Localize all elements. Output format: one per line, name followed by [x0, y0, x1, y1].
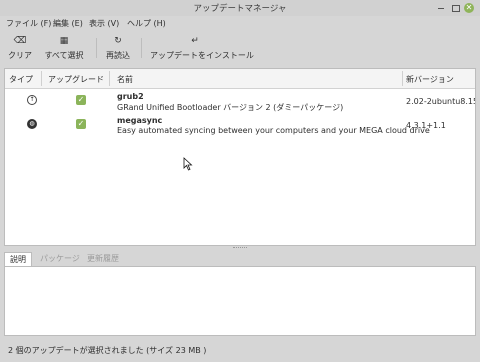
tab-packages[interactable]: パッケージ — [35, 252, 85, 266]
refresh-button[interactable]: ↻ 再読込 — [105, 35, 131, 61]
table-row[interactable]: ◍ ✓ megasync Easy automated syncing betw… — [5, 114, 475, 138]
menu-view[interactable]: 表示 (V) — [89, 18, 119, 29]
title-bar[interactable]: アップデートマネージャ ✕ — [0, 0, 480, 16]
backspace-icon: ⌫ — [13, 36, 27, 46]
tab-changelog[interactable]: 更新履歴 — [82, 252, 124, 266]
list-header: タイプ アップグレード 名前 新バージョン — [5, 69, 475, 89]
table-row[interactable]: ↑ ✓ grub2 GRand Unified Bootloader バージョン… — [5, 90, 475, 114]
menu-file[interactable]: ファイル (F) — [6, 18, 51, 29]
status-text: 2 個のアップデートが選択されました (サイズ 23 MB ) — [8, 346, 207, 355]
select-all-button[interactable]: ▦ すべて選択 — [43, 35, 85, 61]
column-separator — [109, 71, 110, 86]
mouse-pointer-icon — [183, 157, 193, 171]
refresh-icon: ↻ — [114, 36, 122, 46]
select-all-label: すべて選択 — [44, 51, 84, 60]
upgrade-checkbox[interactable]: ✓ — [76, 95, 86, 105]
globe-icon: ◍ — [27, 119, 37, 129]
column-upgrade[interactable]: アップグレード — [48, 74, 104, 85]
clear-label: クリア — [8, 51, 32, 60]
package-name: grub2 — [117, 92, 144, 101]
package-icon: ↑ — [27, 95, 37, 105]
install-label: アップデートをインストール — [150, 51, 254, 60]
column-new-version[interactable]: 新バージョン — [406, 74, 454, 85]
update-manager-window: アップデートマネージャ ✕ ファイル (F) 編集 (E) 表示 (V) ヘルプ… — [0, 0, 480, 362]
install-icon: ↵ — [191, 36, 199, 46]
clear-button[interactable]: ⌫ クリア — [8, 35, 32, 61]
menu-help[interactable]: ヘルプ (H) — [127, 18, 166, 29]
toolbar-separator — [96, 38, 97, 58]
status-bar: 2 個のアップデートが選択されました (サイズ 23 MB ) — [0, 344, 480, 360]
close-icon: ✕ — [465, 3, 473, 12]
detail-panel — [4, 266, 476, 336]
tab-description[interactable]: 説明 — [4, 252, 32, 266]
update-list[interactable]: タイプ アップグレード 名前 新バージョン ↑ ✓ grub2 GRand Un… — [4, 68, 476, 246]
minimize-button[interactable] — [436, 3, 446, 13]
install-updates-button[interactable]: ↵ アップデートをインストール — [150, 35, 254, 61]
maximize-button[interactable] — [451, 3, 461, 13]
menu-edit[interactable]: 編集 (E) — [53, 18, 83, 29]
package-description: Easy automated syncing between your comp… — [117, 126, 430, 135]
column-separator — [41, 71, 42, 86]
toolbar: ⌫ クリア ▦ すべて選択 ↻ 再読込 ↵ アップデートをインストール — [0, 32, 480, 66]
column-type[interactable]: タイプ — [9, 74, 33, 85]
toolbar-separator — [141, 38, 142, 58]
detail-tabs: 説明 パッケージ 更新履歴 — [4, 252, 476, 266]
package-name: megasync — [117, 116, 163, 125]
package-version: 4.3.1+1.1 — [406, 121, 446, 130]
refresh-label: 再読込 — [106, 51, 130, 60]
package-version: 2.02-2ubuntu8.15 — [406, 97, 476, 106]
window-title: アップデートマネージャ — [193, 4, 287, 14]
upgrade-checkbox[interactable]: ✓ — [76, 119, 86, 129]
select-all-icon: ▦ — [59, 36, 69, 46]
package-description: GRand Unified Bootloader バージョン 2 (ダミーパッケ… — [117, 103, 344, 112]
column-name[interactable]: 名前 — [117, 74, 133, 85]
close-button[interactable]: ✕ — [464, 3, 474, 13]
pane-resize-handle[interactable] — [233, 247, 247, 250]
column-separator — [402, 71, 403, 86]
menu-bar: ファイル (F) 編集 (E) 表示 (V) ヘルプ (H) — [0, 16, 480, 30]
